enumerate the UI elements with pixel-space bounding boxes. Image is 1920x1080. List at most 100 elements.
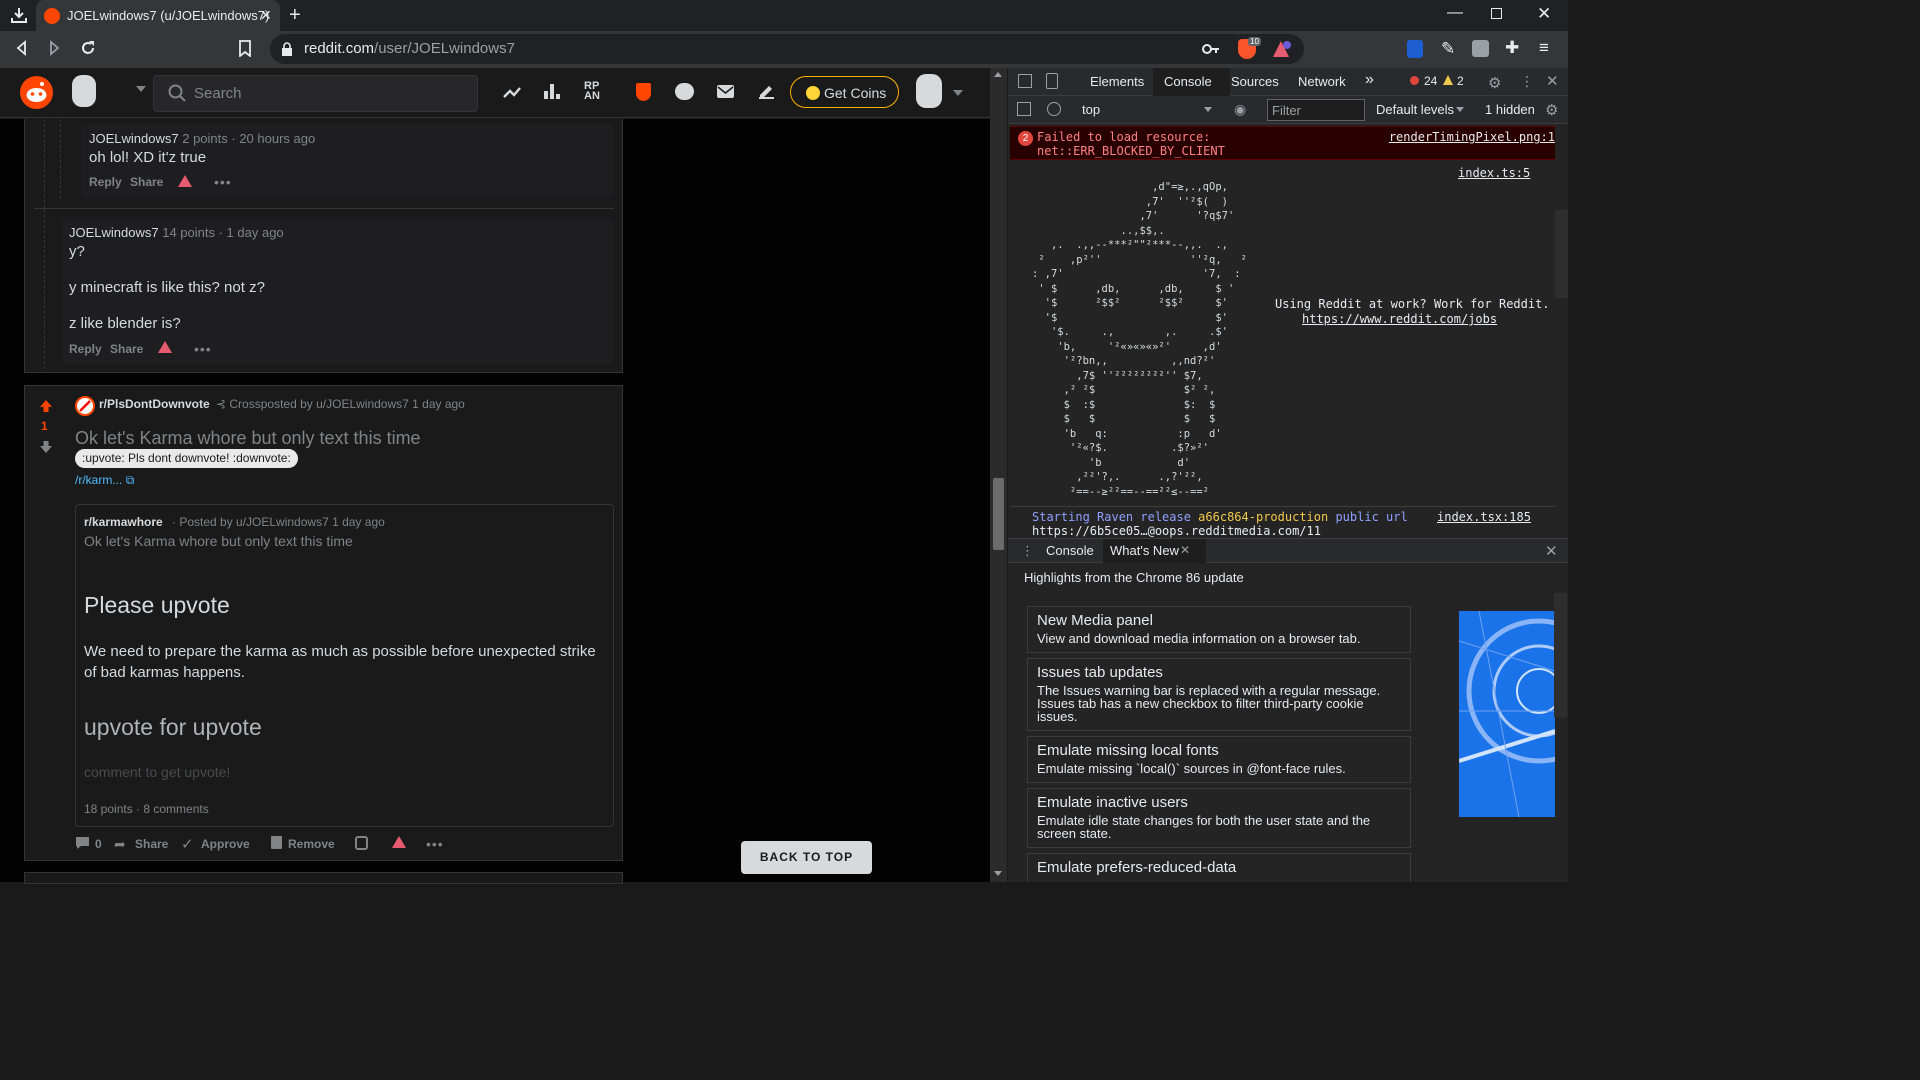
page-scrollbar[interactable]: [990, 68, 1007, 882]
settings-gear-icon[interactable]: ⚙: [1488, 74, 1501, 92]
share-button[interactable]: Share: [130, 175, 163, 189]
reddit-logo-icon[interactable]: [20, 76, 53, 109]
browser-menu-icon[interactable]: ≡: [1539, 38, 1549, 58]
tab-console[interactable]: Console: [1164, 74, 1212, 89]
brave-tip-icon[interactable]: [392, 836, 406, 848]
more-options-icon[interactable]: •••: [426, 836, 444, 852]
scroll-down-icon[interactable]: [994, 871, 1002, 876]
drawer-menu-icon[interactable]: ⋮: [1021, 543, 1034, 559]
reload-icon[interactable]: [79, 39, 97, 57]
tab-sources[interactable]: Sources: [1231, 74, 1279, 89]
create-post-pencil-icon[interactable]: [758, 82, 775, 99]
user-menu-chevron-icon[interactable]: [953, 90, 963, 96]
more-options-icon[interactable]: •••: [214, 174, 232, 190]
context-selector[interactable]: top: [1082, 102, 1100, 117]
post-flair[interactable]: :upvote: Pls dont downvote! :downvote:: [75, 449, 298, 468]
downloads-icon[interactable]: [10, 6, 28, 24]
get-coins-button[interactable]: Get Coins: [790, 76, 899, 108]
forward-icon[interactable]: [46, 40, 62, 56]
approve-button[interactable]: Approve: [201, 837, 250, 851]
comment-author[interactable]: JOELwindows7: [69, 225, 159, 240]
warning-count[interactable]: 2: [1457, 74, 1464, 88]
mod-actions-icon[interactable]: [355, 836, 368, 850]
upvote-arrow-icon[interactable]: [39, 399, 53, 413]
context-dropdown-icon[interactable]: [1204, 107, 1212, 112]
back-to-top-button[interactable]: BACK TO TOP: [741, 841, 872, 874]
customize-menu-icon[interactable]: ⋮: [1520, 73, 1534, 90]
tab-network[interactable]: Network: [1298, 74, 1346, 89]
more-options-icon[interactable]: •••: [194, 341, 212, 357]
show-sidebar-icon[interactable]: [1017, 102, 1031, 116]
minimize-icon[interactable]: —: [1447, 4, 1463, 22]
error-count[interactable]: 24: [1424, 74, 1437, 88]
mail-icon[interactable]: [717, 85, 734, 98]
scroll-up-icon[interactable]: [994, 72, 1002, 77]
console-scrollbar[interactable]: [1555, 210, 1568, 298]
close-window-icon[interactable]: ✕: [1537, 4, 1551, 24]
tab-elements[interactable]: Elements: [1090, 74, 1144, 89]
more-tabs-icon[interactable]: »: [1365, 71, 1374, 89]
console-filter-input[interactable]: Filter: [1267, 99, 1365, 121]
console-settings-gear-icon[interactable]: ⚙: [1545, 101, 1558, 119]
post-title[interactable]: Ok let's Karma whore but only text this …: [75, 428, 421, 449]
drawer-scrollbar[interactable]: [1554, 593, 1567, 717]
share-icon[interactable]: ➦: [114, 836, 126, 853]
community-avatar[interactable]: [72, 75, 96, 107]
close-whats-new-icon[interactable]: ✕: [1180, 543, 1190, 557]
user-avatar[interactable]: [916, 74, 942, 108]
bookmark-icon[interactable]: [238, 40, 252, 57]
popular-trending-icon[interactable]: [502, 82, 522, 102]
live-expression-eye-icon[interactable]: ◉: [1234, 101, 1246, 118]
scrollbar-thumb[interactable]: [993, 478, 1004, 550]
mod-shield-icon[interactable]: [636, 83, 651, 101]
close-drawer-icon[interactable]: ✕: [1545, 542, 1558, 560]
brave-rewards-icon[interactable]: [1272, 40, 1292, 58]
lock-icon[interactable]: [281, 42, 293, 56]
error-source-link[interactable]: renderTimingPixel.png:1: [1389, 130, 1555, 144]
crosspost-link-text[interactable]: /r/karm...: [75, 473, 122, 487]
key-icon[interactable]: [1202, 42, 1220, 56]
subreddit-icon[interactable]: [75, 396, 95, 416]
share-button[interactable]: Share: [110, 342, 143, 356]
whats-new-item[interactable]: Issues tab updates The Issues warning ba…: [1027, 658, 1411, 731]
inspect-element-icon[interactable]: [1018, 74, 1032, 88]
extension-bitwarden-icon[interactable]: [1407, 40, 1423, 58]
jobs-link[interactable]: https://www.reddit.com/jobs: [1275, 312, 1550, 327]
back-icon[interactable]: [14, 40, 30, 56]
drawer-tab-whats-new[interactable]: What's New: [1110, 543, 1179, 558]
brave-tip-icon[interactable]: [158, 341, 172, 353]
device-toolbar-icon[interactable]: [1046, 73, 1058, 89]
restore-window-icon[interactable]: [1491, 8, 1502, 19]
extensions-puzzle-icon[interactable]: ✚: [1505, 38, 1519, 58]
search-input[interactable]: Search: [153, 75, 478, 112]
reply-button[interactable]: Reply: [69, 342, 102, 356]
comments-count[interactable]: 0: [95, 837, 102, 851]
levels-chevron-icon[interactable]: [1456, 107, 1464, 112]
chat-icon[interactable]: [675, 83, 694, 100]
remove-button[interactable]: Remove: [288, 837, 335, 851]
crosspost-link[interactable]: /r/karm... ⧉: [75, 473, 134, 488]
log-levels-dropdown[interactable]: Default levels: [1376, 102, 1454, 117]
brave-tip-icon[interactable]: [178, 175, 192, 187]
approve-check-icon[interactable]: ✓: [181, 835, 194, 853]
close-devtools-icon[interactable]: ✕: [1546, 72, 1559, 90]
chevron-down-icon[interactable]: [136, 86, 146, 92]
whats-new-item[interactable]: Emulate prefers-reduced-data: [1027, 853, 1411, 882]
hidden-count[interactable]: 1 hidden: [1485, 102, 1535, 117]
browser-tab-active[interactable]: JOELwindows7 (u/JOELwindows7) ✕: [36, 0, 280, 31]
drawer-tab-console[interactable]: Console: [1046, 543, 1094, 558]
remove-trash-icon[interactable]: [271, 836, 282, 849]
whats-new-item[interactable]: Emulate missing local fonts Emulate miss…: [1027, 736, 1411, 783]
share-button[interactable]: Share: [135, 837, 168, 851]
clear-console-icon[interactable]: [1047, 102, 1061, 116]
comments-icon[interactable]: [75, 836, 90, 850]
close-tab-icon[interactable]: ✕: [260, 7, 272, 24]
downvote-arrow-icon[interactable]: [39, 440, 53, 454]
new-tab-icon[interactable]: +: [289, 4, 301, 27]
ascii-source-link[interactable]: index.ts:5: [1458, 166, 1530, 180]
extension-feather-icon[interactable]: ✎: [1441, 39, 1455, 59]
inner-subreddit[interactable]: r/karmawhore: [84, 515, 163, 529]
reply-button[interactable]: Reply: [89, 175, 122, 189]
whats-new-item[interactable]: New Media panel View and download media …: [1027, 606, 1411, 653]
rpan-icon[interactable]: RP AN: [584, 81, 600, 102]
